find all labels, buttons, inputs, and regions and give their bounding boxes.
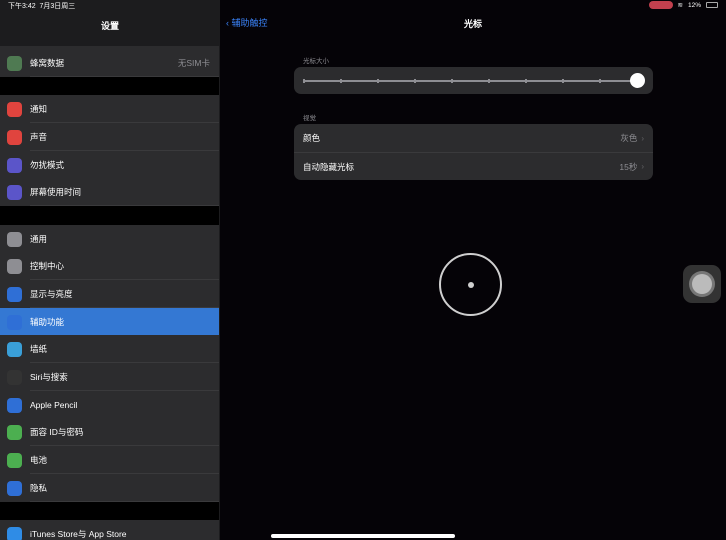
notifications-icon xyxy=(7,101,22,117)
chevron-right-icon: › xyxy=(641,162,644,171)
sidebar-item[interactable]: 勿扰模式 xyxy=(0,151,219,179)
settings-sidebar: 下午3:42 7月3日周三 设置 蓝牙打开蜂窝数据无SIM卡通知声音勿扰模式屏幕… xyxy=(0,0,220,540)
slider-tick xyxy=(339,79,342,83)
slider-track[interactable] xyxy=(303,79,638,83)
sidebar-item-label: Siri与搜索 xyxy=(30,372,68,382)
slider-tick xyxy=(598,79,601,83)
cellular-icon xyxy=(7,55,22,71)
slider-tick xyxy=(450,79,453,83)
hourglass-icon xyxy=(7,184,22,200)
accessibility-icon xyxy=(7,314,22,330)
cursor-size-header: 光标大小 xyxy=(303,58,329,65)
color-row[interactable]: 颜色 灰色 › xyxy=(294,124,653,152)
slider-knob[interactable] xyxy=(630,73,645,88)
sidebar-item[interactable]: 墙纸 xyxy=(0,335,219,363)
sidebar-item-label: 辅助功能 xyxy=(30,317,65,327)
home-indicator[interactable] xyxy=(271,534,455,538)
display-icon xyxy=(7,286,22,302)
assistive-touch-icon xyxy=(692,274,712,294)
sidebar-item-label: 通知 xyxy=(30,104,48,114)
battery-icon xyxy=(7,452,22,468)
gear-icon xyxy=(7,231,22,247)
status-bar-right: ≋ 12% xyxy=(648,1,718,9)
time: 下午3:42 xyxy=(8,3,36,10)
sidebar-item-label: 墙纸 xyxy=(30,344,48,354)
sidebar-item[interactable]: 通用 xyxy=(0,225,219,253)
slider-tick xyxy=(303,79,305,83)
sidebar-item[interactable]: 蜂窝数据 无SIM卡 xyxy=(0,49,219,77)
assistive-touch-button[interactable] xyxy=(683,265,721,303)
sidebar-item[interactable]: 面容 ID与密码 xyxy=(0,418,219,446)
hand-icon xyxy=(7,480,22,496)
siri-icon xyxy=(7,369,22,385)
sound-icon xyxy=(7,129,22,145)
sidebar-item[interactable]: 通知 xyxy=(0,95,219,123)
sidebar-item-label: Apple Pencil xyxy=(30,400,78,410)
faceid-icon xyxy=(7,424,22,440)
sidebar-item[interactable]: Siri与搜索 xyxy=(0,363,219,391)
slider-tick xyxy=(525,79,527,83)
auto-hide-row[interactable]: 自动隐藏光标 15秒 › xyxy=(294,152,653,180)
recording-indicator xyxy=(648,1,673,9)
battery-percent: 12% xyxy=(687,1,701,9)
slider-tick xyxy=(562,79,564,83)
sidebar-title: 设置 xyxy=(100,21,119,31)
sidebar-header: 下午3:42 7月3日周三 设置 xyxy=(0,0,219,46)
sidebar-item-label: 隐私 xyxy=(30,483,48,493)
appstore-icon xyxy=(7,526,22,540)
chevron-right-icon: › xyxy=(641,133,644,143)
appearance-header: 视觉 xyxy=(303,115,316,122)
pointer-cursor xyxy=(439,253,502,316)
slider-tick xyxy=(488,79,490,83)
sidebar-item[interactable]: 控制中心 xyxy=(0,252,219,280)
sidebar-item-label: 显示与亮度 xyxy=(30,289,73,299)
battery-icon xyxy=(706,2,718,8)
pencil-icon xyxy=(7,397,22,413)
page-title: 光标 xyxy=(463,19,482,29)
sidebar-item-label: 蜂窝数据 xyxy=(30,58,65,68)
sidebar-item[interactable]: 显示与亮度 xyxy=(0,280,219,308)
row-value: 灰色 xyxy=(620,133,638,143)
appearance-list: 颜色 灰色 › 自动隐藏光标 15秒 › xyxy=(294,124,653,180)
sidebar-item-label: 控制中心 xyxy=(30,261,65,271)
sidebar-item[interactable]: 辅助功能 xyxy=(0,308,219,336)
moon-icon xyxy=(7,157,22,173)
sidebar-item[interactable]: 声音 xyxy=(0,123,219,151)
sidebar-item-label: 面容 ID与密码 xyxy=(30,427,84,437)
sidebar-item-label: 勿扰模式 xyxy=(30,160,65,170)
cursor-size-slider[interactable] xyxy=(294,67,653,94)
sidebar-item[interactable]: 电池 xyxy=(0,446,219,474)
sidebar-item[interactable]: 隐私 xyxy=(0,474,219,502)
slider-tick xyxy=(414,79,416,83)
sidebar-item-label: iTunes Store与 App Store xyxy=(30,529,127,539)
status-time: 下午3:42 7月3日周三 xyxy=(8,1,75,11)
date: 7月3日周三 xyxy=(39,3,76,10)
wifi-icon: ≋ xyxy=(677,2,683,9)
sidebar-item-value: 无SIM卡 xyxy=(177,58,210,68)
row-label: 颜色 xyxy=(303,133,321,143)
slider-tick xyxy=(376,79,379,83)
row-label: 自动隐藏光标 xyxy=(303,161,355,172)
sidebar-item-label: 通用 xyxy=(30,234,48,244)
sidebar-item[interactable]: iTunes Store与 App Store xyxy=(0,520,219,540)
sidebar-item-label: 屏幕使用时间 xyxy=(30,187,82,197)
wallpaper-icon xyxy=(7,341,22,357)
switches-icon xyxy=(7,258,22,274)
sidebar-item-label: 声音 xyxy=(30,132,48,142)
sidebar-item[interactable]: Apple Pencil xyxy=(0,391,219,419)
cursor-dot xyxy=(468,282,474,288)
sidebar-item[interactable]: 屏幕使用时间 xyxy=(0,178,219,206)
sidebar-item-label: 电池 xyxy=(30,455,48,465)
row-value: 15秒 xyxy=(619,161,638,172)
